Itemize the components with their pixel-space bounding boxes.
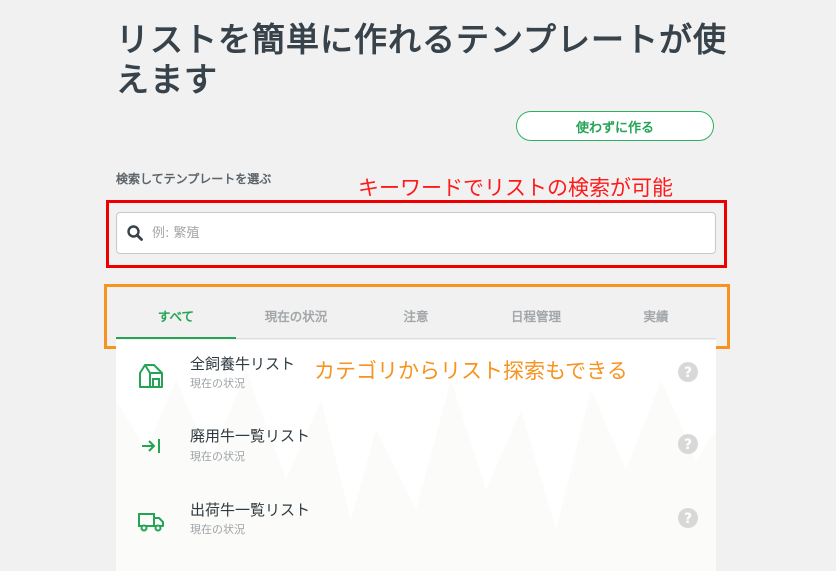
tab-results[interactable]: 実績	[596, 292, 716, 338]
svg-text:?: ?	[684, 437, 692, 453]
tab-current-status[interactable]: 現在の状況	[236, 292, 356, 338]
exit-arrow-icon	[142, 439, 160, 453]
tab-caution[interactable]: 注意	[356, 292, 476, 338]
search-label: 検索してテンプレートを選ぶ	[116, 172, 272, 186]
make-without-template-button[interactable]: 使わずに作る	[516, 111, 714, 141]
page-title: リストを簡単に作れるテンプレートが使えます	[116, 20, 728, 99]
search-input[interactable]	[150, 224, 694, 242]
list-item[interactable]: 廃用牛一覧リスト 現在の状況 ?	[116, 413, 716, 483]
template-category: 現在の状況	[190, 377, 245, 390]
template-category: 現在の状況	[190, 450, 245, 463]
list-item[interactable]: 出荷牛一覧リスト 現在の状況 ?	[116, 486, 716, 556]
search-field[interactable]	[116, 212, 716, 254]
tab-schedule[interactable]: 日程管理	[476, 292, 596, 338]
help-icon[interactable]: ?	[678, 362, 698, 382]
svg-text:?: ?	[684, 365, 692, 381]
template-category: 現在の状況	[190, 523, 245, 536]
help-icon[interactable]: ?	[678, 508, 698, 528]
keyword-search-annotation: キーワードでリストの検索が可能	[358, 176, 673, 200]
barn-icon	[139, 364, 163, 388]
help-icon[interactable]: ?	[678, 434, 698, 454]
search-icon	[127, 225, 143, 241]
category-tabs: すべて 現在の状況 注意 日程管理 実績	[116, 292, 716, 339]
template-title: 出荷牛一覧リスト	[190, 501, 311, 519]
tab-all[interactable]: すべて	[116, 292, 236, 339]
category-search-annotation: カテゴリからリスト探索もできる	[314, 359, 628, 383]
template-title: 全飼養牛リスト	[190, 355, 296, 373]
svg-text:?: ?	[684, 511, 692, 527]
truck-icon	[138, 513, 164, 532]
template-title: 廃用牛一覧リスト	[190, 427, 311, 445]
